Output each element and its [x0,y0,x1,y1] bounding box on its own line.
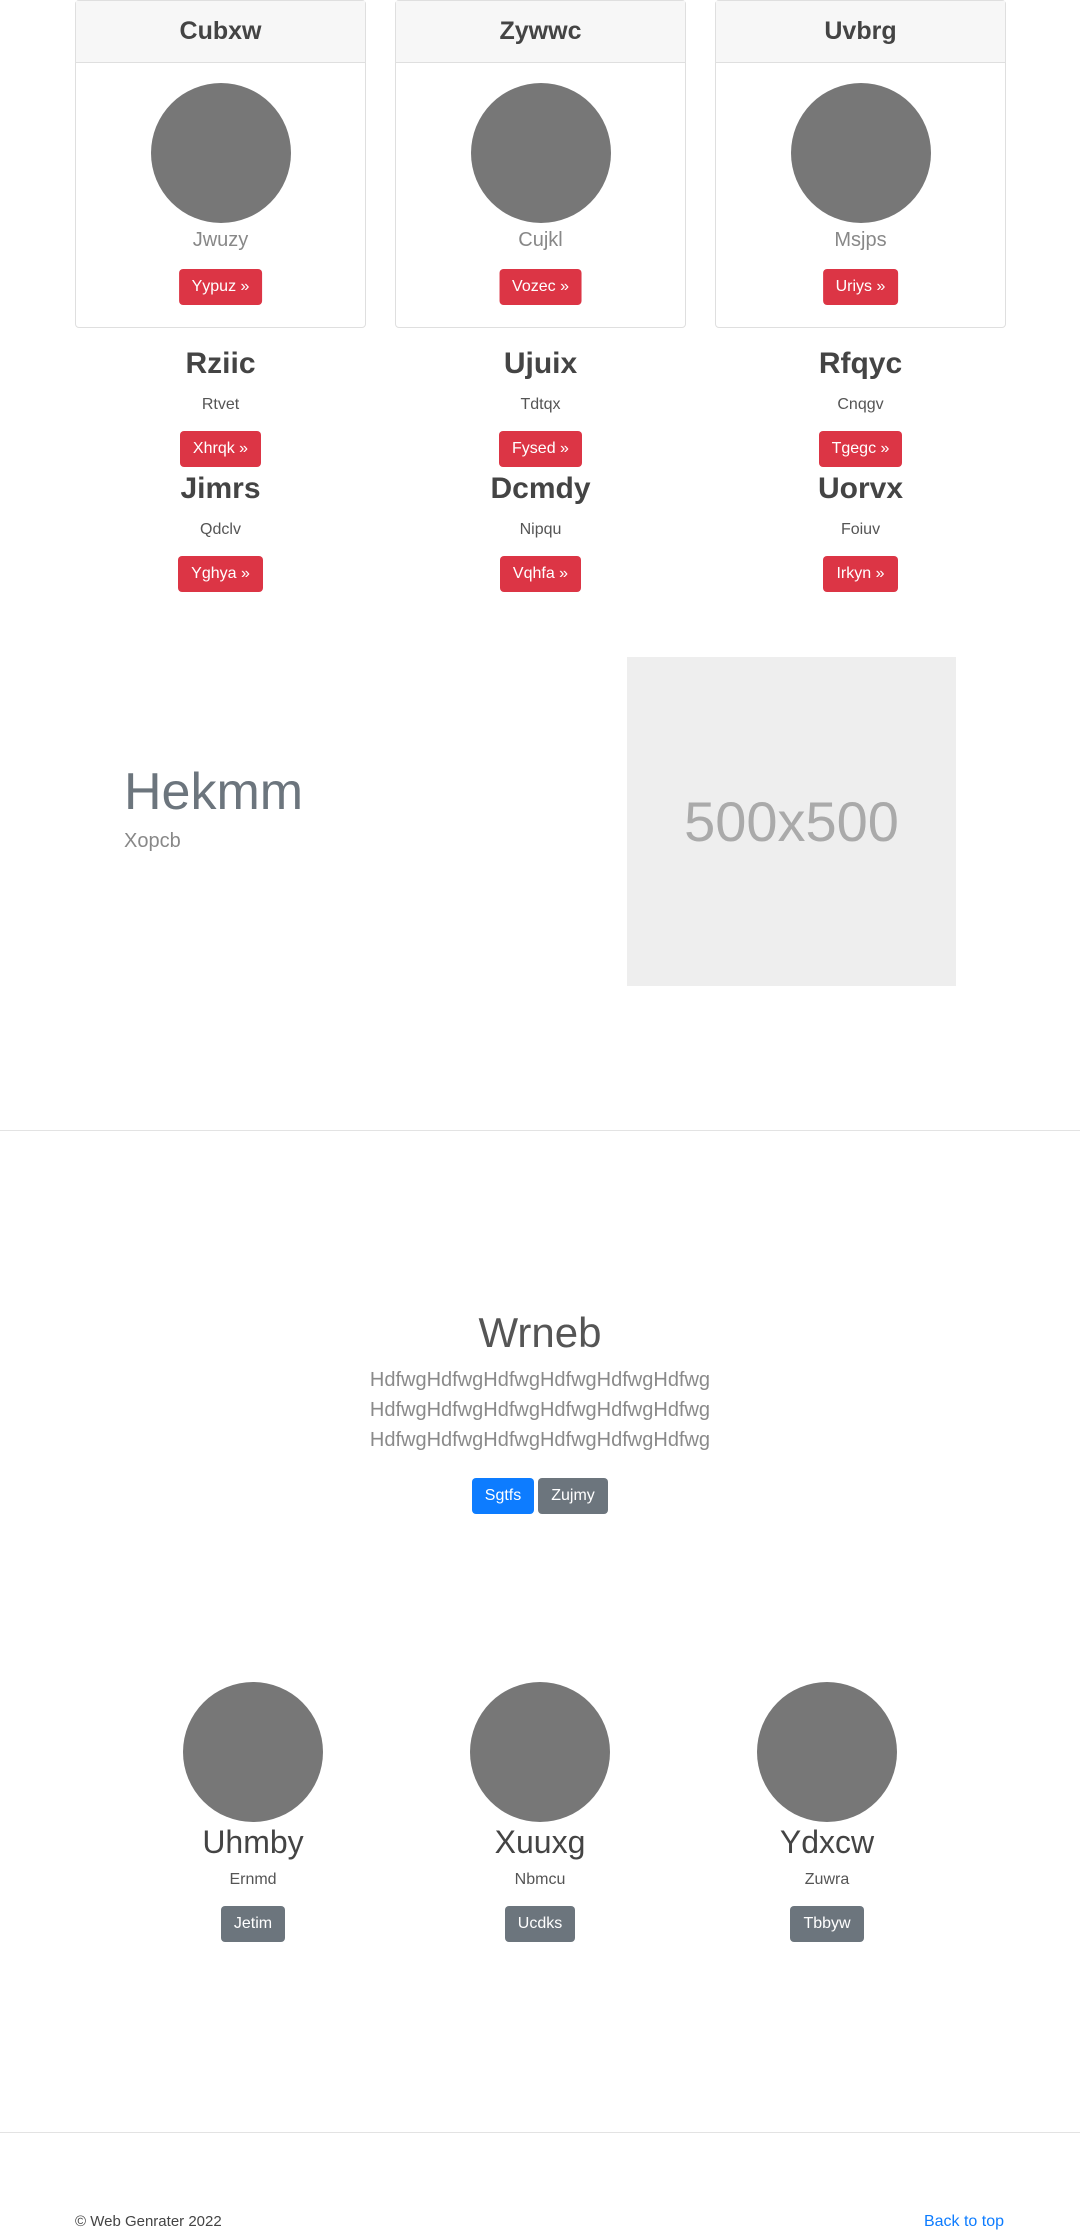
member-role: Zuwra [804,1871,850,1888]
feature-title: Jimrs [180,472,261,505]
avatar [151,83,291,223]
card-2: Zywwc Cujkl Vozec » [395,0,686,328]
feature-button[interactable]: Tgegc » [818,431,903,467]
card-subtitle: Msjps [834,229,887,251]
footer-divider [0,2132,1080,2133]
feature-text: Cnqgv [837,396,884,413]
feature-text: Foiuv [840,521,881,538]
team-member-1: Uhmby Ernmd Jetim [123,1682,383,1942]
avatar [470,1682,610,1822]
feature-title: Ujuix [503,347,578,380]
member-button[interactable]: Tbbyw [790,1906,864,1942]
feature-button[interactable]: Vqhfa » [499,556,582,592]
card-title: Uvbrg [716,1,1005,63]
card-button[interactable]: Yypuz » [178,269,263,305]
feature-3: Rfqyc Cnqgv Tgegc » [715,347,1006,467]
feature-4: Jimrs Qdclv Yghya » [75,472,366,592]
feature-title: Uorvx [817,472,904,505]
section-divider [0,1130,1080,1131]
feature-5: Dcmdy Nipqu Vqhfa » [395,472,686,592]
copyright-text: © Web Genrater 2022 [75,2213,222,2230]
feature-button[interactable]: Irkyn » [823,556,898,592]
member-button[interactable]: Jetim [220,1906,286,1942]
avatar [183,1682,323,1822]
member-name: Xuuxg [494,1824,586,1860]
avatar [471,83,611,223]
feature-title: Rziic [185,347,256,380]
placeholder-label: 500x500 [684,790,899,853]
member-role: Ernmd [229,1871,277,1888]
feature-text: Qdclv [200,521,241,538]
card-subtitle: Cujkl [518,229,563,251]
jumbotron-line: HdfwgHdfwgHdfwgHdfwgHdfwgHdfwg [369,1399,711,1421]
placeholder-image: 500x500 [627,657,956,986]
card-3: Uvbrg Msjps Uriys » [715,0,1006,328]
feature-6: Uorvx Foiuv Irkyn » [715,472,1006,592]
card-title: Cubxw [76,1,365,63]
feature-text: Rtvet [201,396,240,413]
team-member-2: Xuuxg Nbmcu Ucdks [410,1682,670,1942]
member-name: Uhmby [202,1824,304,1860]
jumbotron-line: HdfwgHdfwgHdfwgHdfwgHdfwgHdfwg [369,1429,711,1451]
team-member-3: Ydxcw Zuwra Tbbyw [697,1682,957,1942]
member-role: Nbmcu [514,1871,566,1888]
feature-1: Rziic Rtvet Xhrqk » [75,347,366,467]
card-1: Cubxw Jwuzy Yypuz » [75,0,366,328]
hero-title: Hekmm [124,763,304,821]
card-title: Zywwc [396,1,685,63]
feature-button[interactable]: Yghya » [178,556,263,592]
card-subtitle: Jwuzy [192,229,249,251]
feature-button[interactable]: Fysed » [499,431,582,467]
card-button[interactable]: Uriys » [822,269,899,305]
primary-button[interactable]: Sgtfs [472,1478,534,1514]
back-to-top-link[interactable]: Back to top [924,2213,1004,2231]
jumbotron-title: Wrneb [478,1309,602,1356]
feature-title: Rfqyc [818,347,903,380]
feature-text: Nipqu [519,521,562,538]
jumbotron-line: HdfwgHdfwgHdfwgHdfwgHdfwgHdfwg [369,1369,711,1391]
hero-subtitle: Xopcb [124,830,181,852]
avatar [791,83,931,223]
feature-2: Ujuix Tdtqx Fysed » [395,347,686,467]
member-button[interactable]: Ucdks [504,1906,576,1942]
card-button[interactable]: Vozec » [499,269,582,305]
secondary-button[interactable]: Zujmy [538,1478,608,1514]
feature-text: Tdtqx [520,396,561,413]
avatar [757,1682,897,1822]
feature-title: Dcmdy [490,472,591,505]
member-name: Ydxcw [779,1824,875,1860]
feature-button[interactable]: Xhrqk » [179,431,262,467]
